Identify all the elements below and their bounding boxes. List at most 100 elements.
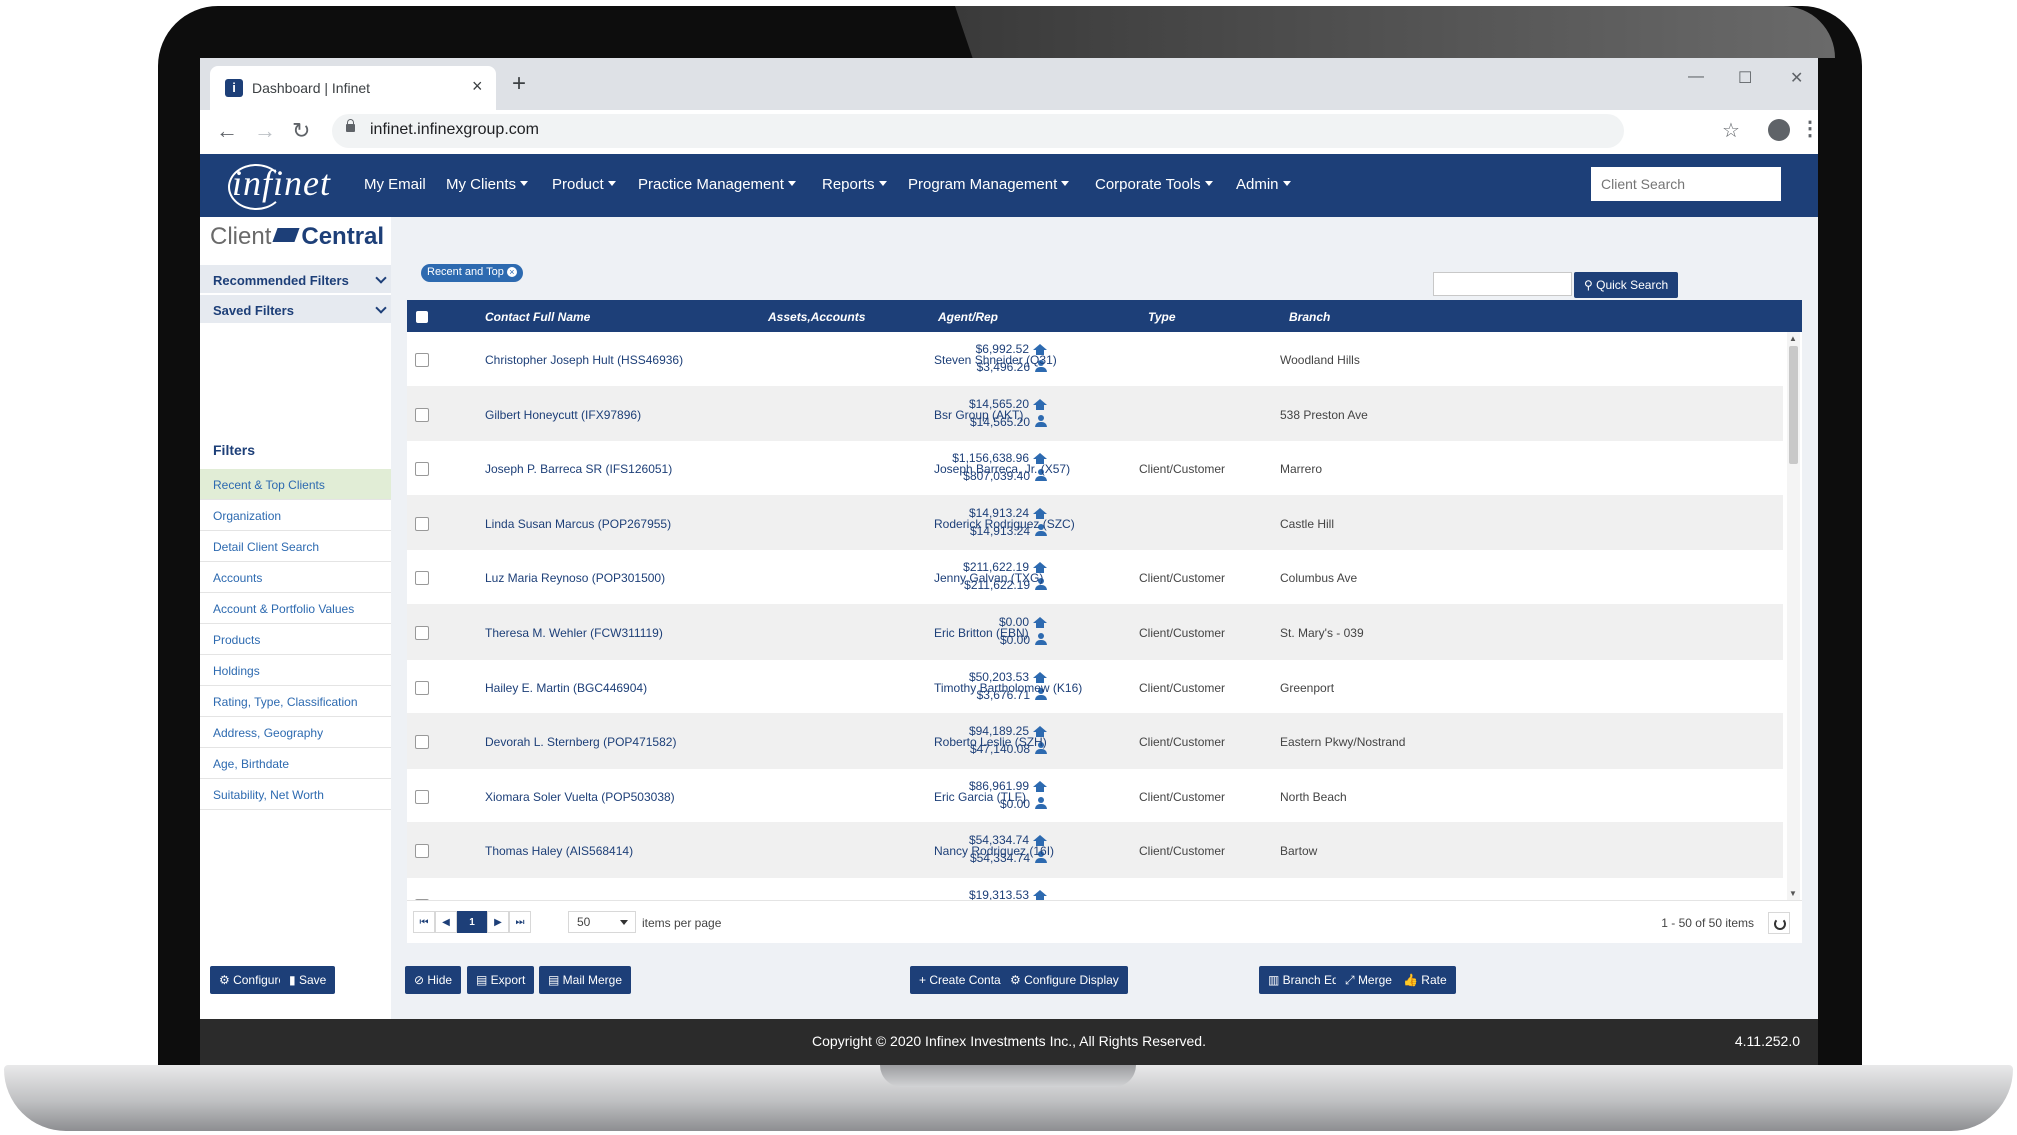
filter-detail-client-search[interactable]: Detail Client Search — [200, 531, 391, 562]
table-row[interactable]: Hailey E. Martin (BGC446904) $50,203.53 $3… — [407, 660, 1783, 715]
dropdown-arrow-icon — [620, 920, 628, 925]
filter-recent-top-clients[interactable]: Recent & Top Clients — [200, 469, 391, 500]
rate-button[interactable]: 👍 Rate — [1394, 966, 1456, 994]
contact-name-link[interactable]: Christopher Joseph Hult (HSS46936) — [485, 353, 683, 367]
reload-icon[interactable]: ↻ — [292, 118, 310, 144]
bookmark-star-icon[interactable]: ☆ — [1722, 118, 1740, 143]
scroll-up-icon: ▲ — [1789, 334, 1797, 343]
save-button[interactable]: ▮ Save — [280, 966, 336, 994]
prev-page-button[interactable]: ◀ — [435, 911, 457, 933]
menu-reports[interactable]: Reports — [822, 176, 887, 193]
contact-name-link[interactable]: Xiomara Soler Vuelta (POP503038) — [485, 790, 675, 804]
row-checkbox[interactable] — [415, 462, 429, 477]
table-row[interactable]: Gilbert Honeycutt (IFX97896) $14,565.20 $1… — [407, 386, 1783, 442]
filter-rating-type-classification[interactable]: Rating, Type, Classification — [200, 686, 391, 717]
menu-my-clients[interactable]: My Clients — [446, 176, 529, 193]
browser-menu-icon[interactable]: ⋮ — [1800, 116, 1818, 141]
filter-accounts[interactable]: Accounts — [200, 562, 391, 593]
url-field[interactable]: infinet.infinexgroup.com — [332, 114, 1624, 148]
col-agent-rep[interactable]: Agent/Rep — [938, 310, 998, 324]
col-branch[interactable]: Branch — [1289, 310, 1330, 324]
quick-search-button[interactable]: ⚲ Quick Search — [1574, 272, 1679, 298]
contact-name-link[interactable]: Thomas Haley (AIS568414) — [485, 844, 633, 858]
filter-products[interactable]: Products — [200, 624, 391, 655]
current-page-button[interactable]: 1 — [457, 911, 487, 933]
maximize-icon[interactable]: ☐ — [1738, 68, 1752, 88]
agent-rep-value: Joseph Barreca, Jr. (X57) — [934, 462, 1071, 477]
merge-button[interactable]: ⤢ Merge — [1336, 966, 1401, 994]
contact-name-link[interactable]: Hailey E. Martin (BGC446904) — [485, 681, 647, 695]
hide-button[interactable]: ⊘ Hide — [405, 966, 462, 994]
configure-display-button[interactable]: ⚙ Configure Display — [1001, 966, 1128, 994]
table-row[interactable]: Anthony Banashefsky (CSS569629)$19,313.5… — [407, 878, 1783, 900]
page-size-select[interactable]: 50 — [568, 911, 636, 933]
back-icon[interactable]: ← — [216, 118, 238, 144]
scrollbar-thumb[interactable] — [1789, 346, 1798, 464]
filter-account-portfolio-values[interactable]: Account & Portfolio Values — [200, 593, 391, 624]
filter-holdings[interactable]: Holdings — [200, 655, 391, 686]
contact-name-link[interactable]: Gilbert Honeycutt (IFX97896) — [485, 408, 641, 422]
menu-corporate-tools[interactable]: Corporate Tools — [1095, 176, 1213, 193]
forward-icon[interactable]: → — [254, 118, 276, 144]
row-checkbox[interactable] — [415, 680, 429, 695]
row-checkbox[interactable] — [415, 735, 429, 750]
type-value: Client/Customer — [1139, 844, 1226, 859]
select-all-checkbox[interactable] — [416, 311, 428, 323]
browser-tab[interactable]: i Dashboard | Infinet × — [210, 66, 496, 110]
row-checkbox[interactable] — [415, 844, 429, 859]
saved-filters-accordion[interactable]: Saved Filters — [200, 295, 391, 324]
refresh-icon[interactable] — [1768, 912, 1790, 934]
filter-address-geography[interactable]: Address, Geography — [200, 717, 391, 748]
quick-search-input[interactable] — [1433, 272, 1572, 296]
table-row[interactable]: Luz Maria Reynoso (POP301500) $211,622.19… — [407, 550, 1783, 605]
table-row[interactable]: Thomas Haley (AIS568414) $54,334.74 $54,33… — [407, 823, 1783, 878]
copyright-text: Copyright © 2020 Infinex Investments Inc… — [812, 1033, 1206, 1049]
menu-my-email[interactable]: My Email — [364, 176, 426, 193]
table-row[interactable]: Joseph P. Barreca SR (IFS126051) $1,156,6… — [407, 441, 1783, 496]
client-search-input[interactable] — [1591, 167, 1781, 201]
close-window-icon[interactable]: ✕ — [1790, 68, 1803, 88]
mail-merge-button[interactable]: ▤ Mail Merge — [539, 966, 632, 994]
menu-practice-management[interactable]: Practice Management — [638, 176, 796, 193]
table-row[interactable]: Xiomara Soler Vuelta (POP503038) $86,961.… — [407, 769, 1783, 824]
menu-product[interactable]: Product — [552, 176, 616, 193]
menu-program-management[interactable]: Program Management — [908, 176, 1070, 193]
row-checkbox[interactable] — [415, 407, 429, 422]
col-assets-accounts[interactable]: Assets,Accounts — [768, 310, 865, 324]
col-type[interactable]: Type — [1148, 310, 1176, 324]
menu-admin[interactable]: Admin — [1236, 176, 1291, 193]
export-button[interactable]: ▤ Export — [467, 966, 535, 994]
contact-name-link[interactable]: Linda Susan Marcus (POP267955) — [485, 517, 671, 531]
close-tab-icon[interactable]: × — [472, 76, 483, 97]
home-icon — [1033, 562, 1047, 574]
table-row[interactable]: Devorah L. Sternberg (POP471582) $94,189.… — [407, 714, 1783, 769]
col-contact-full-name[interactable]: Contact Full Name — [485, 310, 590, 324]
row-checkbox[interactable] — [415, 571, 429, 586]
table-row[interactable]: Theresa M. Wehler (FCW311119) $0.00 $0.00 E… — [407, 604, 1783, 660]
table-row[interactable]: Christopher Joseph Hult (HSS46936) $6,992… — [407, 332, 1783, 387]
filter-suitability-net-worth[interactable]: Suitability, Net Worth — [200, 779, 391, 810]
gear-icon: ⚙ — [1010, 973, 1025, 987]
contact-name-link[interactable]: Joseph P. Barreca SR (IFS126051) — [485, 462, 672, 476]
last-page-button[interactable]: ⏭ — [509, 911, 531, 933]
recent-top-filter-chip[interactable]: Recent and Top × — [421, 264, 523, 282]
table-row[interactable]: Linda Susan Marcus (POP267955) $14,913.24… — [407, 495, 1783, 551]
row-checkbox[interactable] — [415, 789, 429, 804]
new-tab-icon[interactable]: + — [512, 70, 526, 98]
filter-organization[interactable]: Organization — [200, 500, 391, 531]
first-page-button[interactable]: ⏮ — [413, 911, 435, 933]
infinet-logo[interactable]: infinet — [232, 162, 331, 204]
contact-name-link[interactable]: Devorah L. Sternberg (POP471582) — [485, 735, 676, 749]
chevron-down-icon — [375, 272, 387, 284]
filter-age-birthdate[interactable]: Age, Birthdate — [200, 748, 391, 779]
row-checkbox[interactable] — [415, 516, 429, 531]
minimize-icon[interactable]: — — [1688, 68, 1704, 86]
contact-name-link[interactable]: Luz Maria Reynoso (POP301500) — [485, 571, 665, 585]
profile-icon[interactable] — [1768, 119, 1790, 141]
row-checkbox[interactable] — [415, 625, 429, 640]
grid-scrollbar[interactable]: ▲ ▼ — [1787, 332, 1800, 900]
contact-name-link[interactable]: Theresa M. Wehler (FCW311119) — [485, 626, 663, 640]
recommended-filters-accordion[interactable]: Recommended Filters — [200, 265, 391, 294]
row-checkbox[interactable] — [415, 353, 429, 367]
next-page-button[interactable]: ▶ — [487, 911, 509, 933]
